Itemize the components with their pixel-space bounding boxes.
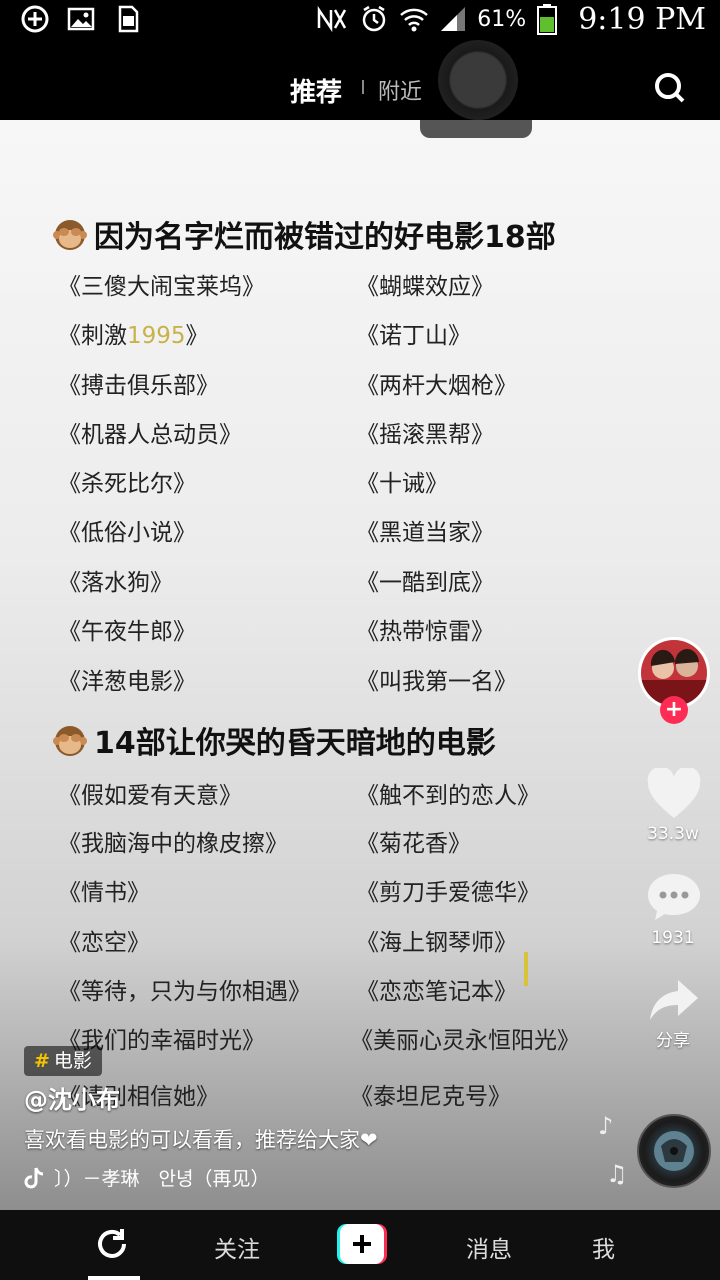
add-circle-icon (21, 5, 49, 33)
music-note-icon: ♪ (598, 1112, 614, 1140)
movie-item: 《我脑海中的橡皮擦》 (58, 831, 288, 857)
nav-follow[interactable]: 关注 (214, 1230, 260, 1264)
movie-item: 《摇滚黑帮》 (356, 422, 494, 448)
movie-item: 《黑道当家》 (356, 520, 494, 546)
nav-messages[interactable]: 消息 (466, 1230, 512, 1264)
search-icon[interactable] (654, 72, 686, 104)
movie-item: 《洋葱电影》 (58, 669, 196, 695)
tab-recommend[interactable]: 推荐 (290, 72, 342, 109)
movie-item: 《泰坦尼克号》 (350, 1084, 511, 1110)
tab-divider (362, 80, 364, 94)
nav-me[interactable]: 我 (592, 1230, 615, 1264)
movie-item: 《落水狗》 (58, 570, 173, 596)
movie-item: 《热带惊雷》 (356, 619, 494, 645)
share-label: 分享 (656, 1031, 690, 1051)
create-plus-button[interactable] (337, 1224, 387, 1264)
list-title-1: 因为名字烂而被错过的好电影18部 (52, 212, 556, 256)
movie-item: 《恋空》 (58, 930, 150, 956)
gallery-icon (67, 7, 95, 31)
movie-item: 《三傻大闹宝莱坞》 (58, 274, 265, 300)
hash-icon: # (34, 1050, 50, 1072)
author-name[interactable]: @沈小布 (24, 1080, 120, 1115)
movie-item: 《诺丁山》 (356, 323, 471, 349)
movie-title-highlight: 1995 (127, 323, 186, 349)
movie-item: 《搏击俱乐部》 (58, 373, 219, 399)
movie-item: 《等待，只为与你相遇》 (58, 979, 311, 1005)
comment-count: 1931 (651, 928, 695, 948)
movie-item: 《低俗小说》 (58, 520, 196, 546)
battery-percent: 61% (477, 6, 527, 32)
movie-item: 《假如爱有天意》 (58, 783, 242, 809)
top-nav: 推荐 附近 (0, 38, 720, 120)
hashtag-chip[interactable]: # 电影 (24, 1046, 102, 1076)
monkey-icon (53, 726, 87, 756)
alarm-icon (363, 5, 386, 32)
music-info[interactable]: 〕）－孝琳 안녕（再见） (24, 1164, 269, 1191)
monkey-icon (53, 220, 87, 250)
music-title: 〕）－孝琳 안녕（再见） (54, 1168, 270, 1190)
tab-nearby[interactable]: 附近 (378, 74, 422, 106)
movie-item: 《恋恋笔记本》 (356, 979, 517, 1005)
list-title-2-text: 14部让你哭的昏天暗地的电影 (94, 726, 496, 761)
like-count: 33.3w (647, 824, 699, 844)
follow-plus-button[interactable]: + (660, 696, 688, 724)
heart-icon[interactable] (646, 768, 702, 820)
status-bar: 61% 9:19 PM (0, 0, 720, 38)
movie-title-part: 》 (185, 323, 209, 349)
hashtag-label: 电影 (53, 1050, 92, 1072)
sd-card-icon (118, 5, 139, 33)
nfc-icon (318, 6, 347, 32)
list-title-2: 14部让你哭的昏天暗地的电影 (52, 718, 496, 762)
movie-title-part: 《刺激 (58, 323, 127, 349)
movie-item: 《叫我第一名》 (356, 669, 517, 695)
text-cursor (524, 952, 528, 986)
music-disc[interactable] (637, 1114, 711, 1188)
movie-item: 《蝴蝶效应》 (356, 274, 494, 300)
movie-item: 《美丽心灵永恒阳光》 (350, 1028, 580, 1054)
wifi-icon (400, 8, 429, 32)
movie-item: 《两杆大烟枪》 (356, 373, 517, 399)
live-button[interactable] (438, 40, 518, 120)
battery-icon (537, 4, 558, 35)
movie-item: 《菊花香》 (356, 831, 471, 857)
video-content[interactable]: 因为名字烂而被错过的好电影18部 《三傻大闹宝莱坞》 《刺激1995》 《搏击俱… (0, 120, 720, 1210)
tiktok-note-icon (24, 1167, 44, 1188)
movie-item: 《剪刀手爱德华》 (356, 880, 540, 906)
list-title-1-text: 因为名字烂而被错过的好电影18部 (94, 220, 556, 255)
clock: 9:19 PM (578, 1, 706, 37)
movie-item: 《触不到的恋人》 (356, 783, 540, 809)
movie-item: 《情书》 (58, 880, 150, 906)
comment-icon[interactable] (646, 870, 702, 922)
bottom-nav: 关注 消息 我 (0, 1210, 720, 1280)
movie-item: 《机器人总动员》 (58, 422, 242, 448)
refresh-icon[interactable] (94, 1226, 130, 1262)
movie-item: 《刺激1995》 (58, 316, 209, 350)
music-note-icon: ♫ (606, 1160, 628, 1188)
disc-cover-image (654, 1131, 694, 1171)
home-active-indicator (88, 1276, 140, 1280)
movie-item: 《杀死比尔》 (58, 471, 196, 497)
video-description: 喜欢看电影的可以看看，推荐给大家❤ (24, 1128, 378, 1152)
movie-item: 《十诫》 (356, 471, 448, 497)
overlay-tab (420, 120, 532, 138)
movie-item: 《海上钢琴师》 (356, 930, 517, 956)
movie-item: 《一酷到底》 (356, 570, 494, 596)
signal-icon (441, 7, 466, 31)
movie-item: 《午夜牛郎》 (58, 619, 196, 645)
share-icon[interactable] (648, 978, 700, 1022)
